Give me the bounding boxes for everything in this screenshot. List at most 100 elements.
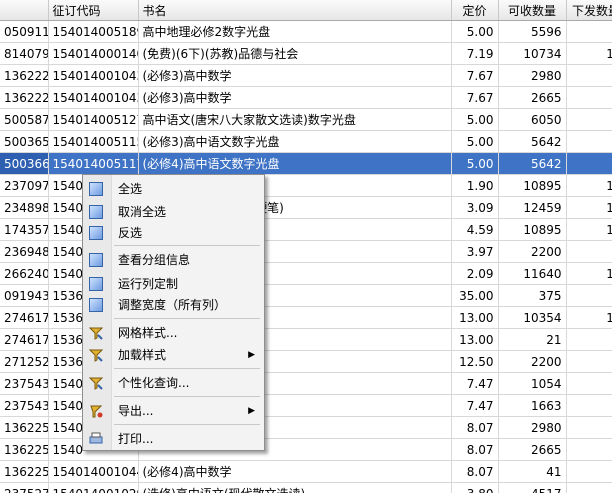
row-receivable-cell: 10354: [498, 306, 567, 329]
row-receivable-cell: 2665: [498, 438, 567, 461]
row-receivable-cell: 1663: [498, 394, 567, 417]
row-price-cell: 5.00: [451, 130, 499, 153]
menu-item-label: 加载样式: [118, 348, 167, 362]
table-row[interactable]: 1362224154014001043(必修3)高中数学7.6729802: [0, 64, 612, 87]
menu-item-label: 取消全选: [118, 205, 167, 219]
menu-item-8[interactable]: 加载样式 ▶: [83, 344, 264, 366]
row-price-cell: 3.97: [451, 240, 499, 263]
row-receivable-cell: 41: [498, 460, 567, 483]
row-id-cell: 0509116: [0, 20, 49, 43]
row-id-cell: 1362255: [0, 460, 49, 483]
row-receivable-cell: 2980: [498, 416, 567, 439]
column-header-receivable[interactable]: 可收数量: [498, 0, 567, 21]
table-row[interactable]: 1362224154014001043(必修3)高中数学7.6726652: [0, 86, 612, 109]
row-code-cell: 154014005117: [48, 152, 139, 175]
row-title-cell: (必修4)高中数学: [138, 460, 452, 483]
row-issued-cell: 10: [566, 218, 612, 241]
menu-item-label: 查看分组信息: [118, 253, 191, 267]
row-issued-cell: 5: [566, 130, 612, 153]
row-issued-cell: [566, 284, 612, 307]
group-info-icon: [89, 253, 103, 267]
row-id-cell: 1362255: [0, 416, 49, 439]
row-id-cell: 0919437: [0, 284, 49, 307]
row-price-cell: 8.07: [451, 460, 499, 483]
row-receivable-cell: 5642: [498, 130, 567, 153]
menu-item-label: 全选: [118, 182, 143, 196]
menu-item-1[interactable]: 全选: [83, 178, 264, 200]
row-issued-cell: [566, 328, 612, 351]
menu-item-4[interactable]: 查看分组信息: [83, 249, 264, 271]
menu-item-3[interactable]: 反选: [83, 222, 264, 244]
column-header-price[interactable]: 定价: [451, 0, 499, 21]
column-header-title[interactable]: 书名: [138, 0, 452, 21]
row-code-cell: 154014001043: [48, 86, 139, 109]
row-code-cell: 154014005115: [48, 130, 139, 153]
row-receivable-cell: 21: [498, 328, 567, 351]
row-id-cell: 2375439: [0, 394, 49, 417]
row-receivable-cell: 2200: [498, 240, 567, 263]
table-row[interactable]: 1362255154014001044(必修4)高中数学8.0741: [0, 460, 612, 483]
row-issued-cell: 6: [566, 108, 612, 131]
menu-item-2[interactable]: 取消全选: [83, 201, 264, 223]
table-row[interactable]: 5003668154014005117(必修4)高中语文数字光盘5.005642…: [0, 152, 612, 175]
table-row[interactable]: 5003651154014005115(必修3)高中语文数字光盘5.005642…: [0, 130, 612, 153]
row-receivable-cell: 10734: [498, 42, 567, 65]
menu-item-label: 运行列定制: [118, 277, 179, 291]
menu-item-6[interactable]: 调整宽度（所有列）: [83, 294, 264, 316]
row-receivable-cell: 375: [498, 284, 567, 307]
row-price-cell: 7.19: [451, 42, 499, 65]
row-id-cell: 2370977: [0, 174, 49, 197]
funnel-icon: [88, 326, 104, 340]
row-code-cell: 154014001043: [48, 64, 139, 87]
row-issued-cell: 2: [566, 64, 612, 87]
menu-item-5[interactable]: 运行列定制: [83, 273, 264, 295]
column-header-code[interactable]: 征订代码: [48, 0, 139, 21]
row-title-cell: (必修4)高中语文数字光盘: [138, 152, 452, 175]
row-issued-cell: 2: [566, 240, 612, 263]
menu-item-10[interactable]: 导出... ▶: [83, 400, 264, 422]
row-id-cell: 2662409: [0, 262, 49, 285]
row-price-cell: 7.67: [451, 64, 499, 87]
row-price-cell: 8.07: [451, 416, 499, 439]
row-id-cell: 2369483: [0, 240, 49, 263]
row-issued-cell: 12: [566, 196, 612, 219]
menu-item-label: 反选: [118, 226, 143, 240]
table-row[interactable]: 0509116154014005189高中地理必修2数字光盘5.0055965: [0, 20, 612, 43]
table-row[interactable]: 8140792154014000140(免费)(6下)(苏教)品德与社会7.19…: [0, 42, 612, 65]
row-id-cell: 1743570: [0, 218, 49, 241]
menu-separator: [114, 368, 260, 369]
row-issued-cell: 2: [566, 416, 612, 439]
row-id-cell: 5003668: [0, 152, 49, 175]
row-code-cell: 154014000140: [48, 42, 139, 65]
row-id-cell: 2375439: [0, 372, 49, 395]
menu-item-9[interactable]: 个性化查询...: [83, 372, 264, 394]
table-row[interactable]: 2375279154014001029(选修)高中语文(现代散文选读)3.804…: [0, 482, 612, 493]
row-receivable-cell: 12459: [498, 196, 567, 219]
row-title-cell: (必修3)高中语文数字光盘: [138, 130, 452, 153]
row-id-cell: 2746175: [0, 306, 49, 329]
menu-item-11[interactable]: 打印...: [83, 428, 264, 450]
row-title-cell: (免费)(6下)(苏教)品德与社会: [138, 42, 452, 65]
table-row[interactable]: 5005877154014005127高中语文(唐宋八大家散文选读)数字光盘5.…: [0, 108, 612, 131]
row-id-cell: 5005877: [0, 108, 49, 131]
grid-header-row: 征订代码 书名 定价 可收数量 下发数量: [0, 0, 612, 21]
row-price-cell: 3.80: [451, 482, 499, 493]
menu-item-7[interactable]: 网格样式...: [83, 322, 264, 344]
print-icon: [89, 432, 103, 446]
row-id-cell: 5003651: [0, 130, 49, 153]
row-price-cell: 5.00: [451, 108, 499, 131]
row-issued-cell: 5: [566, 20, 612, 43]
menu-item-label: 调整宽度（所有列）: [118, 298, 227, 312]
column-header-issued[interactable]: 下发数量: [566, 0, 612, 21]
row-code-cell: 154014005189: [48, 20, 139, 43]
row-price-cell: 8.07: [451, 438, 499, 461]
column-custom-icon: [89, 277, 103, 291]
context-menu: 全选取消全选反选查看分组信息 运行列定制调整宽度（所有列） 网格样式... 加载样式 ▶…: [82, 174, 265, 451]
row-price-cell: 13.00: [451, 306, 499, 329]
invert-selection-icon: [89, 226, 103, 240]
row-id-cell: 1362255: [0, 438, 49, 461]
row-receivable-cell: 6050: [498, 108, 567, 131]
column-header-id[interactable]: [0, 0, 49, 21]
row-code-cell: 154014001029: [48, 482, 139, 493]
row-code-cell: 154014005127: [48, 108, 139, 131]
